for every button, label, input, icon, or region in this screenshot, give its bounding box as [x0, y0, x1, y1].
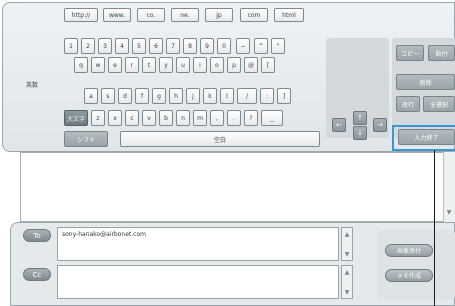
key-g[interactable]: g: [152, 88, 166, 104]
input-done-key[interactable]: 入力終了: [398, 129, 455, 145]
key-bracket-close[interactable]: ]: [277, 88, 291, 104]
key-html[interactable]: html: [274, 8, 304, 22]
scroll-down-icon[interactable]: ▼: [343, 288, 351, 296]
key-3[interactable]: 3: [98, 38, 112, 54]
key-s[interactable]: s: [101, 88, 115, 104]
key-l[interactable]: l: [220, 88, 234, 104]
paste-key[interactable]: 貼付: [428, 45, 455, 61]
key-q[interactable]: q: [74, 57, 88, 73]
newline-key[interactable]: 改行: [396, 96, 420, 112]
scroll-down-icon[interactable]: ▼: [343, 250, 351, 258]
key-n[interactable]: n: [176, 110, 190, 126]
key-caret[interactable]: ^: [254, 38, 268, 54]
key-question[interactable]: ?: [244, 110, 258, 126]
key-at[interactable]: @: [244, 57, 258, 73]
arrow-up-key[interactable]: ↑: [353, 111, 367, 125]
message-scrollbar[interactable]: ▼: [443, 152, 455, 222]
key-www[interactable]: www.: [103, 8, 131, 22]
shift-key[interactable]: シフト: [64, 131, 108, 147]
arrow-down-key[interactable]: ↓: [353, 126, 367, 140]
key-w[interactable]: w: [91, 57, 105, 73]
key-h[interactable]: h: [169, 88, 183, 104]
key-6[interactable]: 6: [149, 38, 163, 54]
key-m[interactable]: m: [193, 110, 207, 126]
delete-key[interactable]: 削除: [396, 74, 455, 90]
key-b[interactable]: b: [159, 110, 173, 126]
key-7[interactable]: 7: [166, 38, 180, 54]
key-z[interactable]: z: [91, 110, 105, 126]
key-1[interactable]: 1: [64, 38, 78, 54]
key-4[interactable]: 4: [115, 38, 129, 54]
key-slash[interactable]: /: [237, 88, 257, 104]
key-f[interactable]: f: [135, 88, 149, 104]
callout-line: [434, 150, 435, 306]
key-u[interactable]: u: [176, 57, 190, 73]
key-ne[interactable]: ne.: [171, 8, 199, 22]
message-body[interactable]: [20, 152, 455, 222]
copy-key[interactable]: コピー: [396, 45, 424, 61]
cc-scrollbar[interactable]: ▲ ▼: [341, 265, 353, 299]
arrow-right-key[interactable]: →: [373, 118, 387, 132]
select-all-key[interactable]: 全選択: [423, 96, 455, 112]
key-t[interactable]: t: [142, 57, 156, 73]
key-c[interactable]: c: [125, 110, 139, 126]
key-y[interactable]: y: [159, 57, 173, 73]
space-key[interactable]: 空白: [120, 131, 320, 147]
key-minus[interactable]: −: [236, 38, 250, 54]
memo-button[interactable]: メモ作成: [385, 269, 433, 282]
arrow-left-key[interactable]: ←: [332, 118, 346, 132]
key-v[interactable]: v: [142, 110, 156, 126]
scroll-down-icon[interactable]: ▼: [445, 208, 453, 216]
key-j[interactable]: j: [186, 88, 200, 104]
key-bracket-open[interactable]: [: [261, 57, 275, 73]
key-9[interactable]: 9: [200, 38, 214, 54]
key-x[interactable]: x: [108, 110, 122, 126]
key-k[interactable]: k: [203, 88, 217, 104]
caps-key[interactable]: 大文字: [64, 110, 88, 126]
key-p[interactable]: p: [227, 57, 241, 73]
scroll-up-icon[interactable]: ▲: [343, 268, 351, 276]
to-scrollbar[interactable]: ▲ ▼: [341, 227, 353, 261]
key-com[interactable]: com: [240, 8, 268, 22]
key-period[interactable]: .: [227, 110, 241, 126]
key-2[interactable]: 2: [81, 38, 95, 54]
eiji-mode-label: 英数: [26, 82, 39, 89]
key-quote[interactable]: ": [271, 38, 285, 54]
scroll-up-icon[interactable]: ▲: [343, 230, 351, 238]
key-0[interactable]: 0: [217, 38, 231, 54]
compose-actions: [377, 230, 455, 300]
key-comma[interactable]: ,: [210, 110, 224, 126]
key-r[interactable]: r: [125, 57, 139, 73]
key-http[interactable]: http://: [64, 8, 98, 22]
key-colon[interactable]: :: [260, 88, 274, 104]
key-8[interactable]: 8: [183, 38, 197, 54]
key-jp[interactable]: jp: [205, 8, 233, 22]
key-i[interactable]: i: [193, 57, 207, 73]
to-field[interactable]: sony-hanako@airbonet.com: [57, 227, 339, 261]
key-o[interactable]: o: [210, 57, 224, 73]
key-a[interactable]: a: [84, 88, 98, 104]
key-d[interactable]: d: [118, 88, 132, 104]
key-5[interactable]: 5: [132, 38, 146, 54]
key-underscore[interactable]: _: [261, 110, 283, 126]
attach-image-button[interactable]: 画像添付: [385, 244, 433, 257]
to-button[interactable]: To: [23, 229, 51, 242]
key-co[interactable]: co.: [137, 8, 165, 22]
key-e[interactable]: e: [108, 57, 122, 73]
cc-field[interactable]: [57, 265, 339, 299]
cc-button[interactable]: Cc: [23, 268, 51, 281]
